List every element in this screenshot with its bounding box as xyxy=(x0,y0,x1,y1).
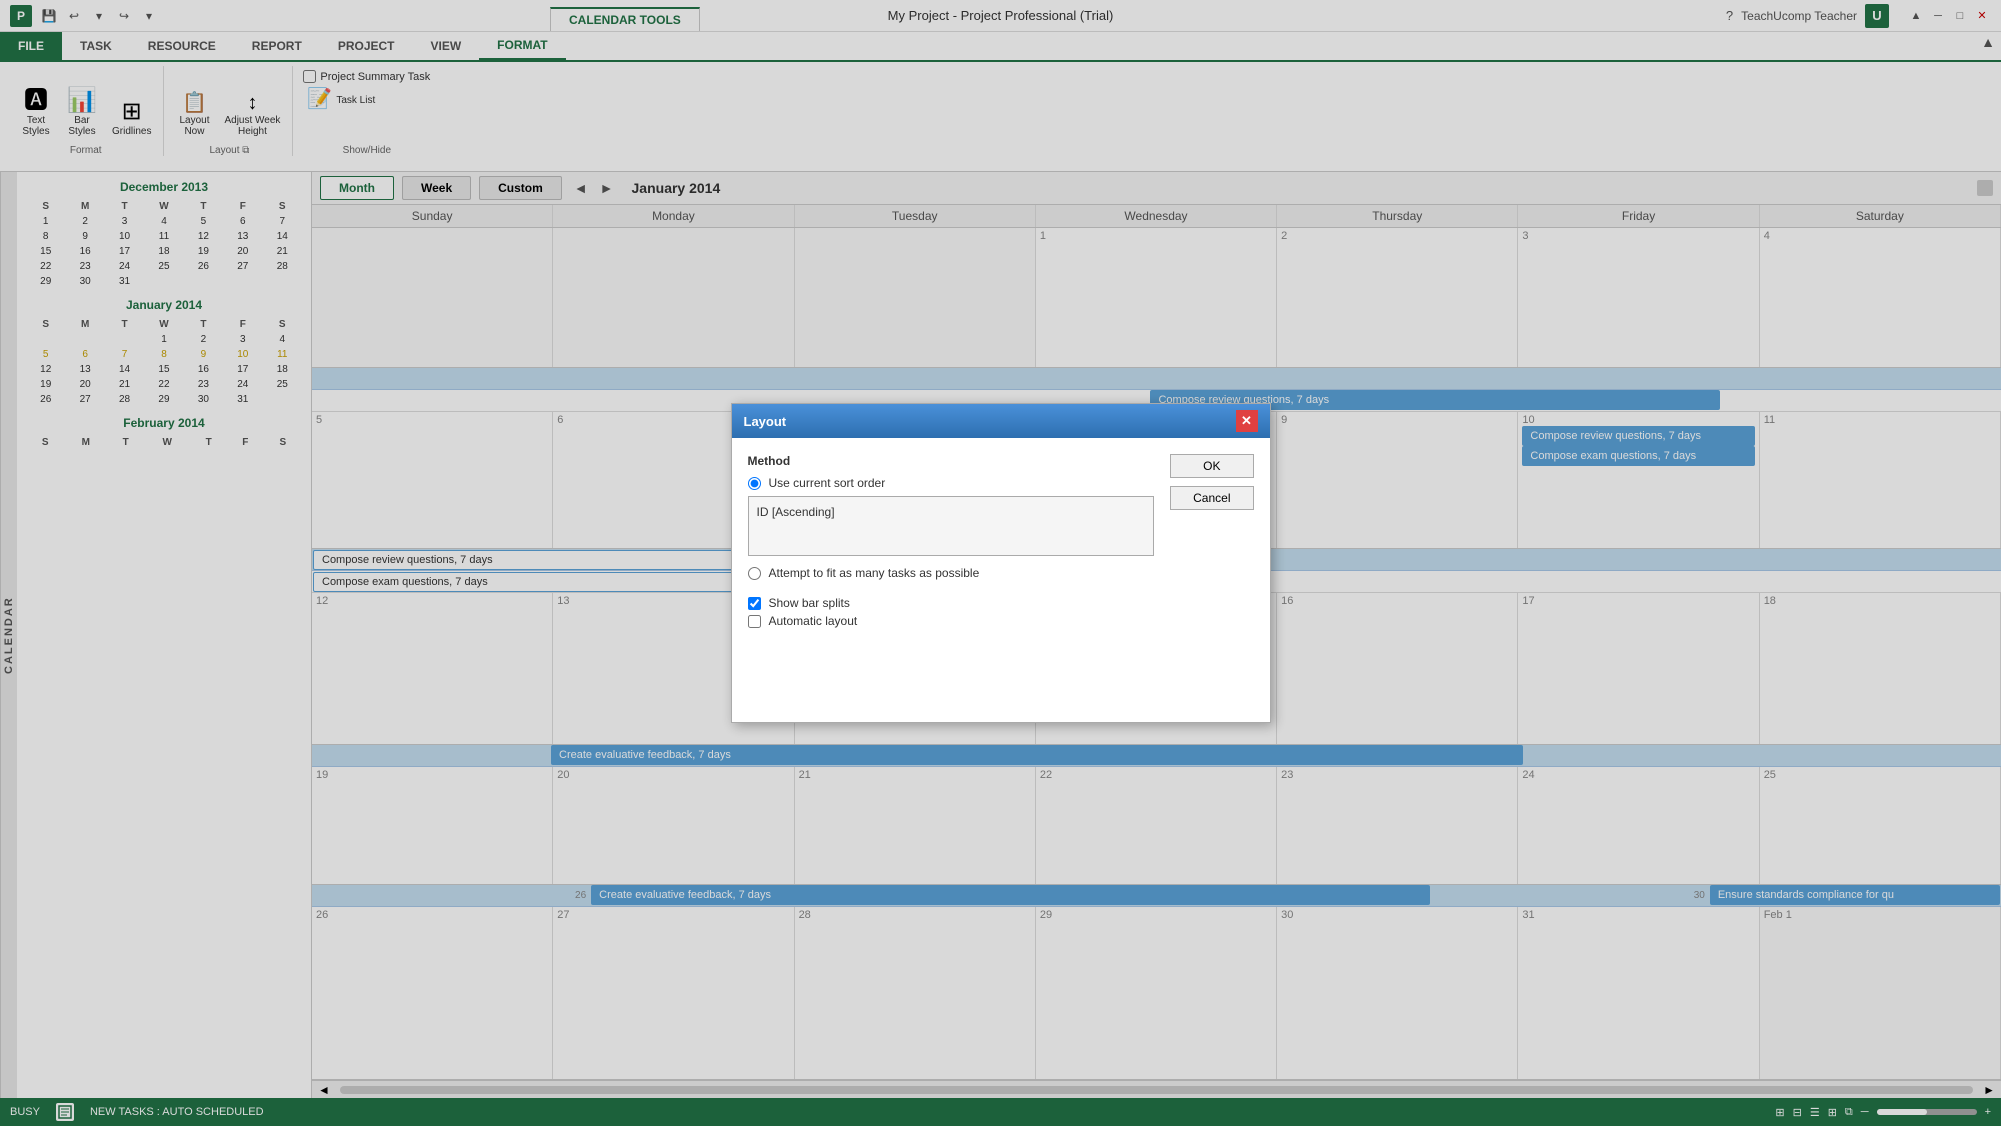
radio-current-sort-label: Use current sort order xyxy=(769,476,886,490)
dialog-title-bar: Layout ✕ xyxy=(732,404,1270,438)
show-bar-splits-checkbox[interactable] xyxy=(748,597,761,610)
sort-order-box: ID [Ascending] xyxy=(748,496,1155,556)
radio-attempt[interactable] xyxy=(748,567,761,580)
show-bar-splits-row: Show bar splits xyxy=(748,596,1155,610)
checkboxes-section: Show bar splits Automatic layout xyxy=(748,596,1155,628)
method-label: Method xyxy=(748,454,1155,468)
ok-button[interactable]: OK xyxy=(1170,454,1253,478)
radio-attempt-label: Attempt to fit as many tasks as possible xyxy=(769,566,980,580)
layout-dialog: Layout ✕ Method Use current sort order I… xyxy=(731,403,1271,723)
radio-current-sort-row: Use current sort order xyxy=(748,476,1155,490)
cancel-button[interactable]: Cancel xyxy=(1170,486,1253,510)
dialog-overlay: Layout ✕ Method Use current sort order I… xyxy=(0,0,2001,1126)
automatic-layout-label: Automatic layout xyxy=(769,614,858,628)
dialog-left-panel: Method Use current sort order ID [Ascend… xyxy=(748,454,1155,706)
dialog-close-btn[interactable]: ✕ xyxy=(1236,410,1258,432)
radio-attempt-row: Attempt to fit as many tasks as possible xyxy=(748,566,1155,580)
automatic-layout-row: Automatic layout xyxy=(748,614,1155,628)
dialog-title: Layout xyxy=(744,414,787,429)
sort-value: ID [Ascending] xyxy=(757,505,835,519)
show-bar-splits-label: Show bar splits xyxy=(769,596,850,610)
dialog-right-panel: OK Cancel xyxy=(1170,454,1253,706)
dialog-body: Method Use current sort order ID [Ascend… xyxy=(732,438,1270,722)
automatic-layout-checkbox[interactable] xyxy=(748,615,761,628)
radio-current-sort[interactable] xyxy=(748,477,761,490)
